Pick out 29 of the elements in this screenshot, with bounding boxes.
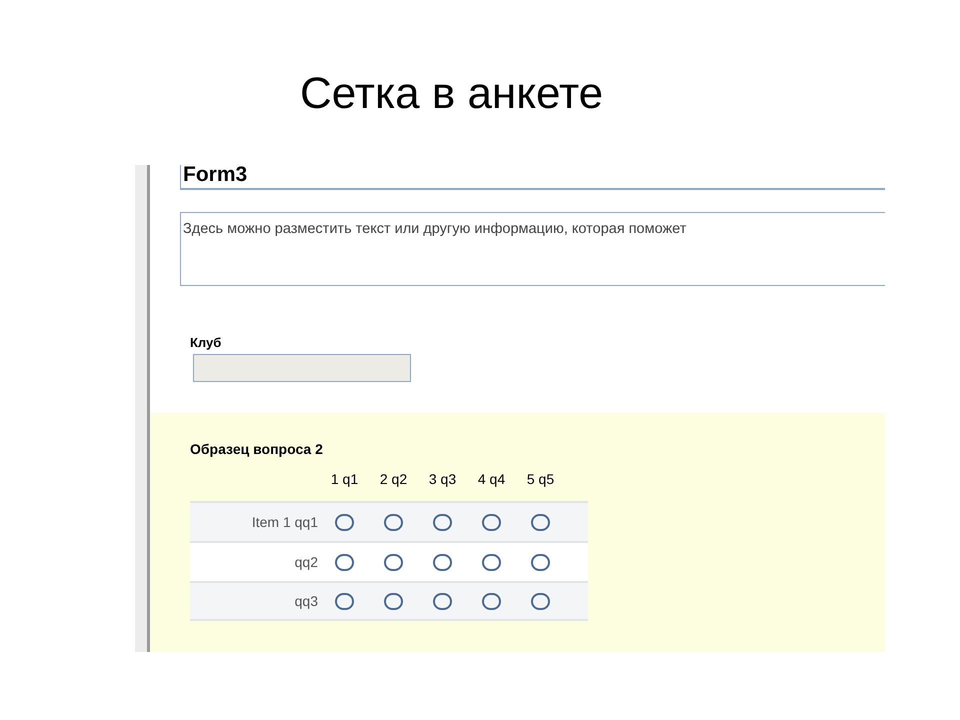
radio-button[interactable] (384, 514, 403, 530)
radio-button[interactable] (384, 592, 403, 610)
radio-button[interactable] (482, 554, 501, 570)
radio-button[interactable] (433, 514, 452, 530)
form-title-field[interactable]: Form3 (180, 165, 885, 190)
field-label: Клуб (190, 334, 222, 352)
question-title: Образец вопроса 2 (190, 440, 324, 459)
radio-button[interactable] (531, 592, 550, 610)
column-header: 2 q2 (380, 470, 408, 489)
radio-button[interactable] (433, 554, 452, 570)
radio-button[interactable] (531, 514, 550, 530)
radio-button[interactable] (335, 554, 354, 570)
radio-button[interactable] (433, 592, 452, 610)
column-header: 4 q4 (478, 470, 506, 489)
radio-button[interactable] (384, 554, 403, 570)
row-label: qq3 (294, 592, 318, 611)
club-input[interactable] (193, 354, 411, 382)
radio-button[interactable] (482, 592, 501, 610)
radio-button[interactable] (335, 592, 354, 610)
row-label: Item 1 qq1 (252, 512, 318, 532)
slide-title: Сетка в анкете (300, 68, 604, 120)
column-header: 3 q3 (428, 470, 456, 489)
description-field[interactable]: Здесь можно разместить текст или другую информацию, которая поможет (180, 212, 885, 286)
radio-button[interactable] (335, 514, 354, 530)
radio-button[interactable] (482, 514, 501, 530)
radio-button[interactable] (531, 554, 550, 570)
column-header: 1 q1 (330, 470, 358, 489)
row-label: qq2 (294, 552, 318, 572)
column-header: 5 q5 (526, 470, 554, 489)
